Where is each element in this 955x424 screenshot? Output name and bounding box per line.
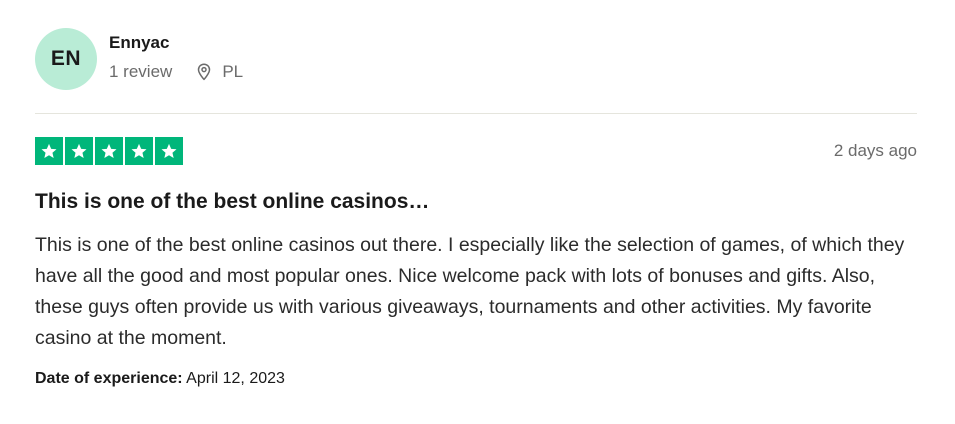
location-pin-icon <box>198 63 211 81</box>
experience-label: Date of experience: <box>35 370 183 387</box>
avatar[interactable]: EN <box>35 28 97 90</box>
star-icon <box>95 137 123 165</box>
reviewer-location: PL <box>196 62 243 82</box>
reviewer-meta: 1 review PL <box>109 62 243 82</box>
reviewer-info: Ennyac 1 review PL <box>109 32 243 82</box>
review-body: This is one of the best online casinos o… <box>35 234 905 349</box>
star-icon <box>35 137 63 165</box>
review-date: 2 days ago <box>833 141 917 160</box>
review-card: EN Ennyac 1 review PL 2 days ago This is… <box>0 0 955 424</box>
star-icon <box>155 137 183 165</box>
date-of-experience: Date of experience: April 12, 2023 <box>35 368 285 390</box>
review-count: 1 review <box>109 62 173 81</box>
star-rating <box>35 137 183 165</box>
star-icon <box>65 137 93 165</box>
experience-date: April 12, 2023 <box>186 370 285 387</box>
rating-row: 2 days ago <box>35 137 917 165</box>
reviewer-name[interactable]: Ennyac <box>109 32 243 54</box>
country-code: PL <box>222 62 244 81</box>
review-title[interactable]: This is one of the best online casinos… <box>35 188 429 216</box>
reviewer-header: EN Ennyac 1 review PL <box>35 28 243 90</box>
star-icon <box>125 137 153 165</box>
divider <box>35 113 917 114</box>
